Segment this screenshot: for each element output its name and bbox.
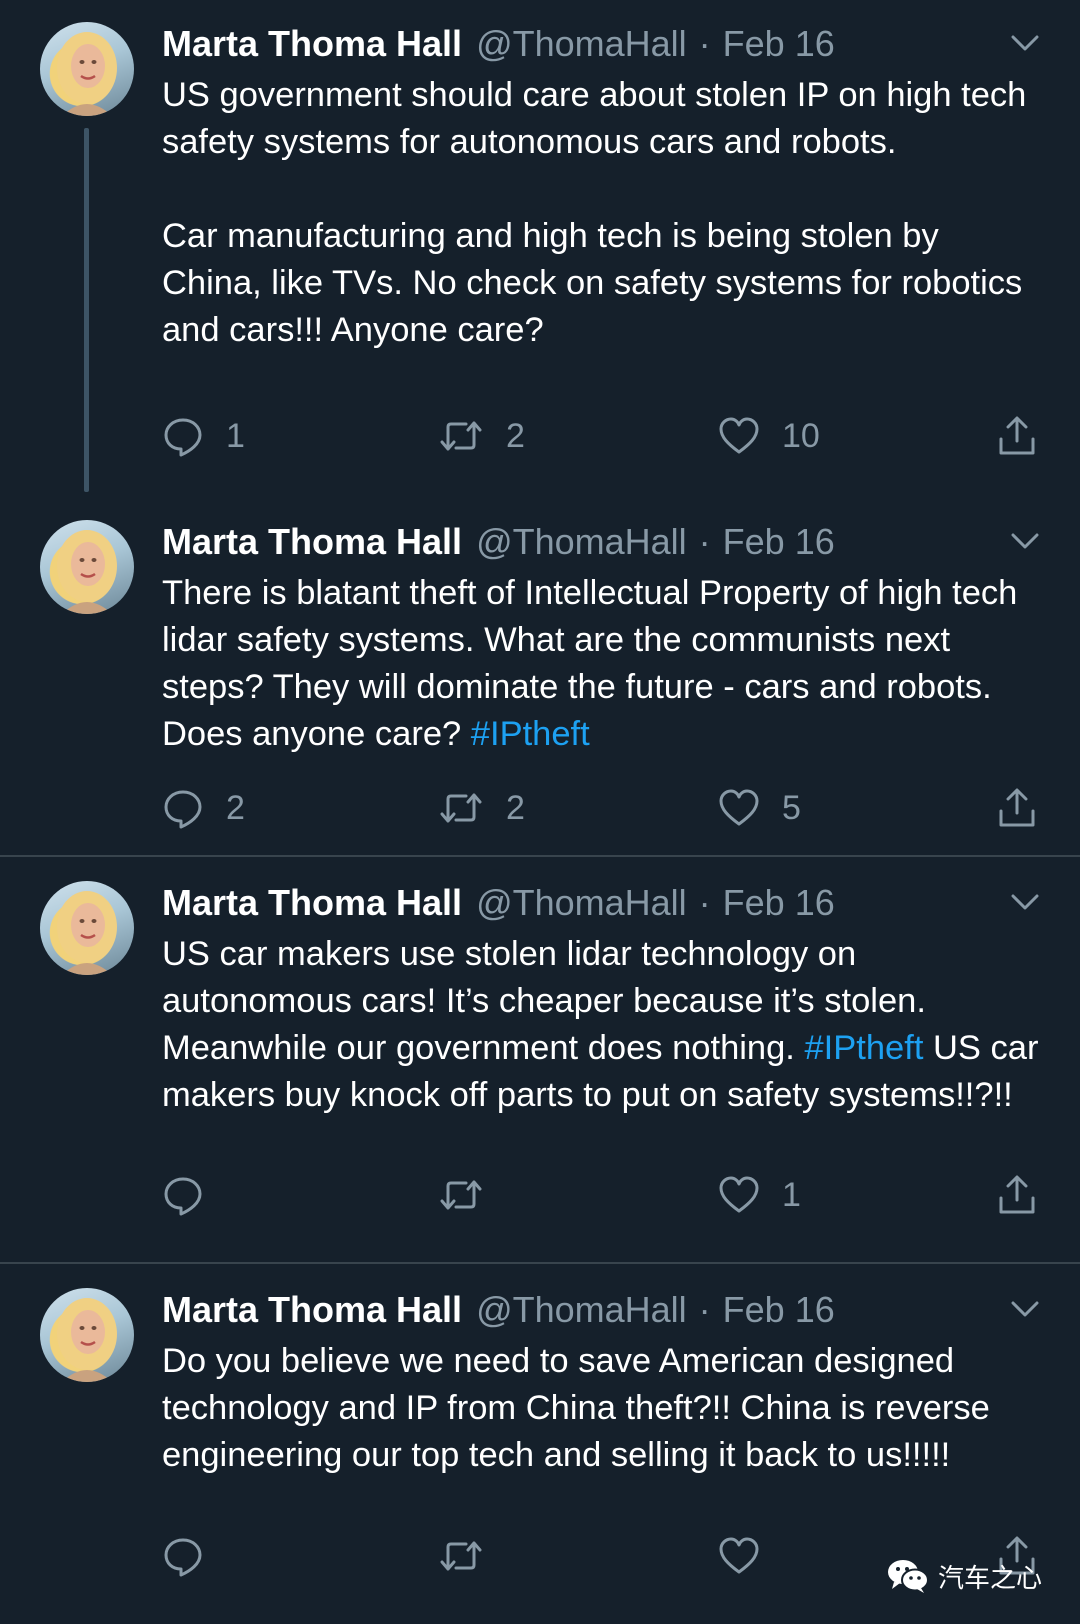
tweet-date[interactable]: Feb 16 <box>723 881 835 925</box>
hashtag-link[interactable]: #IPtheft <box>471 715 590 753</box>
watermark: 汽车之心 <box>886 1556 1042 1596</box>
tweet-content: Marta Thoma Hall @ThomaHall · Feb 16 Do … <box>162 1288 1042 1479</box>
chevron-down-icon[interactable] <box>1008 1294 1042 1324</box>
like-button[interactable]: 5 <box>718 784 801 832</box>
watermark-text: 汽车之心 <box>938 1563 1043 1594</box>
tweet-text: Do you believe we need to save American … <box>162 1338 1042 1479</box>
share-icon <box>999 416 1035 455</box>
share-button[interactable] <box>996 412 1038 460</box>
separator-dot: · <box>698 521 711 562</box>
separator-dot: · <box>698 882 711 923</box>
tweet-text: US government should care about stolen I… <box>162 72 1042 354</box>
retweet-icon <box>440 421 482 451</box>
author-handle[interactable]: @ThomaHall <box>476 520 687 564</box>
tweet-content: Marta Thoma Hall @ThomaHall · Feb 16 US … <box>162 22 1042 354</box>
tweet-header: Marta Thoma Hall @ThomaHall · Feb 16 <box>162 881 1042 925</box>
tweet-actions: 1 <box>162 1171 1042 1219</box>
reply-icon <box>164 790 202 829</box>
tweet-2[interactable]: Marta Thoma Hall @ThomaHall · Feb 16 The… <box>0 520 1080 829</box>
tweet-paragraph: US government should care about stolen I… <box>162 76 1027 161</box>
retweet-button[interactable]: 2 <box>438 784 525 832</box>
like-count: 5 <box>782 789 801 827</box>
reply-icon <box>164 418 202 457</box>
like-icon <box>719 417 759 454</box>
author-handle[interactable]: @ThomaHall <box>476 22 687 66</box>
share-icon <box>999 788 1035 827</box>
retweet-button[interactable]: 2 <box>438 412 525 460</box>
avatar[interactable] <box>40 1288 134 1382</box>
tweet-paragraph: Car manufacturing and high tech is being… <box>162 217 1023 349</box>
reply-button[interactable] <box>162 1532 226 1580</box>
tweet-1[interactable]: Marta Thoma Hall @ThomaHall · Feb 16 US … <box>0 22 1080 492</box>
tweet-actions: 2 2 5 <box>162 784 1042 832</box>
tweet-date[interactable]: Feb 16 <box>723 520 835 564</box>
hashtag-link[interactable]: #IPtheft <box>804 1029 923 1067</box>
chevron-down-icon[interactable] <box>1008 526 1042 556</box>
tweet-text: There is blatant theft of Intellectual P… <box>162 570 1042 758</box>
retweet-icon <box>440 1180 482 1210</box>
like-icon <box>719 1176 759 1213</box>
retweet-icon <box>440 793 482 823</box>
retweet-button[interactable] <box>438 1171 506 1219</box>
tweet-content: Marta Thoma Hall @ThomaHall · Feb 16 The… <box>162 520 1042 758</box>
chevron-down-icon[interactable] <box>1008 887 1042 917</box>
share-button[interactable] <box>996 784 1038 832</box>
tweet-body: Do you believe we need to save American … <box>162 1342 990 1474</box>
tweet-header: Marta Thoma Hall @ThomaHall · Feb 16 <box>162 22 1042 66</box>
tweet-text: US car makers use stolen lidar technolog… <box>162 931 1042 1119</box>
retweet-count: 2 <box>506 417 525 455</box>
reply-icon <box>164 1538 202 1577</box>
author-handle[interactable]: @ThomaHall <box>476 1288 687 1332</box>
tweet-header: Marta Thoma Hall @ThomaHall · Feb 16 <box>162 1288 1042 1332</box>
tweet-date[interactable]: Feb 16 <box>723 1288 835 1332</box>
like-button[interactable] <box>718 1532 782 1580</box>
avatar[interactable] <box>40 22 134 116</box>
chevron-down-icon[interactable] <box>1008 28 1042 58</box>
like-count: 1 <box>782 1176 801 1214</box>
share-icon <box>999 1175 1035 1214</box>
tweet-content: Marta Thoma Hall @ThomaHall · Feb 16 US … <box>162 881 1042 1119</box>
retweet-icon <box>440 1541 482 1571</box>
tweet-3[interactable]: Marta Thoma Hall @ThomaHall · Feb 16 US … <box>0 855 1080 1257</box>
separator-dot: · <box>698 1289 711 1330</box>
reply-count: 1 <box>226 417 245 455</box>
retweet-count: 2 <box>506 789 525 827</box>
author-handle[interactable]: @ThomaHall <box>476 881 687 925</box>
tweet-header: Marta Thoma Hall @ThomaHall · Feb 16 <box>162 520 1042 564</box>
avatar[interactable] <box>40 881 134 975</box>
reply-count: 2 <box>226 789 245 827</box>
like-count: 10 <box>782 417 820 455</box>
like-icon <box>719 1537 759 1574</box>
wechat-icon <box>888 1560 929 1593</box>
author-name[interactable]: Marta Thoma Hall <box>162 22 462 66</box>
like-button[interactable]: 10 <box>718 412 820 460</box>
reply-button[interactable]: 1 <box>162 412 245 460</box>
retweet-button[interactable] <box>438 1532 506 1580</box>
reply-icon <box>164 1177 202 1216</box>
tweet-actions: 1 2 10 <box>162 412 1042 460</box>
tweet-timeline: Marta Thoma Hall @ThomaHall · Feb 16 US … <box>0 0 1080 1623</box>
thread-line <box>84 128 89 492</box>
avatar[interactable] <box>40 520 134 614</box>
tweet-date[interactable]: Feb 16 <box>723 22 835 66</box>
reply-button[interactable]: 2 <box>162 784 245 832</box>
like-icon <box>719 789 759 826</box>
share-button[interactable] <box>996 1171 1038 1219</box>
author-name[interactable]: Marta Thoma Hall <box>162 520 462 564</box>
author-name[interactable]: Marta Thoma Hall <box>162 1288 462 1332</box>
like-button[interactable]: 1 <box>718 1171 801 1219</box>
reply-button[interactable] <box>162 1171 226 1219</box>
separator-dot: · <box>698 23 711 64</box>
author-name[interactable]: Marta Thoma Hall <box>162 881 462 925</box>
